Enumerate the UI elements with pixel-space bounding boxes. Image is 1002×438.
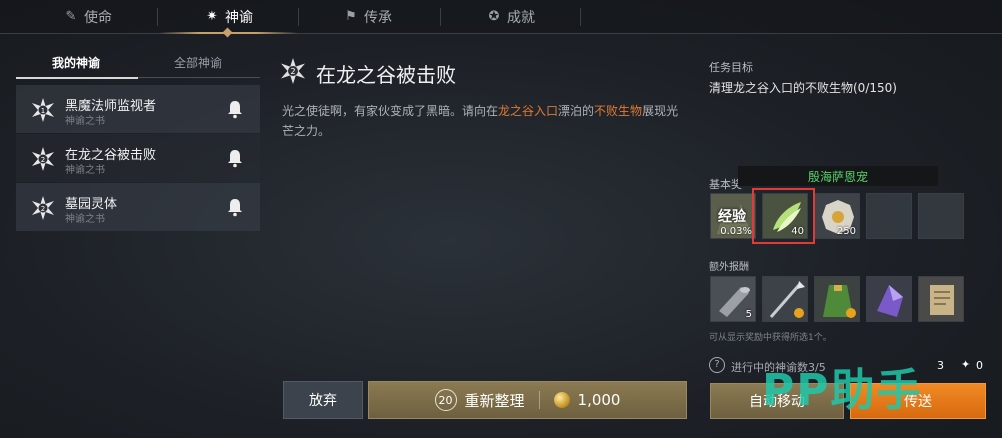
tab-separator bbox=[580, 8, 581, 26]
gold-coin-icon bbox=[553, 392, 570, 408]
reward-slot-crystal[interactable] bbox=[866, 276, 912, 322]
oracle-subtabs: 我的神谕 全部神谕 bbox=[16, 48, 260, 78]
reward-slot-scroll[interactable]: 5 bbox=[710, 276, 756, 322]
objective-text: 清理龙之谷入口的不败生物(0/150) bbox=[709, 81, 897, 95]
extra-reward-label: 额外报酬 bbox=[709, 262, 749, 273]
parchment-icon bbox=[919, 277, 963, 321]
reorganize-cost: 1,000 bbox=[577, 391, 621, 409]
tab-separator bbox=[157, 8, 158, 26]
oracle-badge-icon: 1 bbox=[32, 98, 54, 122]
item-tooltip: 殷海萨恩宠 bbox=[738, 166, 938, 186]
progress-count-a: 3 bbox=[937, 359, 944, 372]
svg-text:2: 2 bbox=[41, 205, 45, 213]
selection-highlight bbox=[752, 188, 815, 244]
reorganize-button[interactable]: 20 重新整理 1,000 bbox=[368, 381, 687, 419]
svg-text:2: 2 bbox=[41, 156, 45, 164]
tab-achievement[interactable]: ✪ 成就 bbox=[487, 0, 535, 34]
quest-source: 神谕之书 bbox=[65, 116, 105, 127]
oracle-badge-icon: 2 bbox=[32, 147, 54, 171]
medal-icon: ✪ bbox=[488, 9, 500, 24]
refresh-count: 20 bbox=[438, 393, 453, 407]
slot-count: 0.03% bbox=[720, 226, 752, 237]
sparkle-icon: ✦ bbox=[961, 358, 971, 371]
list-item[interactable]: 2 墓园灵体 神谕之书 bbox=[16, 183, 260, 231]
wrench-icon: ✎ bbox=[65, 9, 77, 24]
exp-text: 经验 bbox=[718, 209, 746, 225]
oracle-badge-icon: 2 bbox=[281, 58, 305, 84]
slot-count: 250 bbox=[836, 226, 856, 237]
help-icon[interactable]: ? bbox=[709, 357, 725, 373]
svg-text:2: 2 bbox=[290, 67, 295, 76]
abandon-button[interactable]: 放弃 bbox=[283, 381, 363, 419]
list-item[interactable]: 2 在龙之谷被击败 神谕之书 bbox=[16, 134, 260, 182]
subtab-all-oracle[interactable]: 全部神谕 bbox=[174, 54, 222, 71]
bell-icon[interactable] bbox=[226, 148, 244, 168]
desc-text: 光之使徒啊，有家伙变成了黑暗。请向在 bbox=[282, 104, 499, 118]
reward-slot-empty bbox=[918, 193, 964, 239]
flag-icon: ⚑ bbox=[345, 9, 357, 24]
objective-label: 任务目标 bbox=[709, 61, 753, 74]
subtab-underline bbox=[16, 77, 138, 79]
desc-text: 漂泊的 bbox=[558, 104, 595, 118]
tab-separator bbox=[440, 8, 441, 26]
desc-highlight-target: 不败生物 bbox=[594, 104, 643, 118]
quest-description: 光之使徒啊，有家伙变成了黑暗。请向在龙之谷入口漂泊的不败生物展现光芒之力。 bbox=[282, 101, 682, 141]
quest-source: 神谕之书 bbox=[65, 214, 105, 225]
tab-inheritance[interactable]: ⚑ 传承 bbox=[344, 0, 392, 34]
green-cloak-icon bbox=[815, 277, 859, 321]
refresh-count-icon: 20 bbox=[434, 389, 457, 411]
desc-highlight-location: 龙之谷入口 bbox=[498, 104, 559, 118]
tab-mission[interactable]: ✎ 使命 bbox=[64, 0, 112, 34]
bell-icon[interactable] bbox=[226, 197, 244, 217]
tab-separator bbox=[298, 8, 299, 26]
reward-slot-gold[interactable]: 250 bbox=[814, 193, 860, 239]
subtab-my-oracle[interactable]: 我的神谕 bbox=[52, 54, 100, 71]
progress-count-b: 0 bbox=[976, 359, 983, 372]
quest-source: 神谕之书 bbox=[65, 165, 105, 176]
reward-slot-parchment[interactable] bbox=[918, 276, 964, 322]
reward-note: 可从显示奖励中获得所选1个。 bbox=[709, 333, 832, 343]
bell-icon[interactable] bbox=[226, 99, 244, 119]
slot-count: 5 bbox=[745, 309, 752, 320]
oracle-badge-icon: 2 bbox=[32, 196, 54, 220]
reward-slot-empty bbox=[866, 193, 912, 239]
page-title: 在龙之谷被击败 bbox=[316, 63, 456, 87]
quest-list: 1 黑魔法师监视者 神谕之书 2 在龙之谷被击败 神谕之书 2 墓园灵体 神谕之… bbox=[16, 85, 260, 232]
top-tab-bar: ✎ 使命 ✷ 神谕 ⚑ 传承 ✪ 成就 bbox=[0, 0, 1002, 34]
reward-slot-cloak[interactable] bbox=[814, 276, 860, 322]
abandon-label: 放弃 bbox=[309, 393, 337, 409]
divider bbox=[538, 391, 540, 409]
spear-icon bbox=[763, 277, 807, 321]
star-burst-icon: ✷ bbox=[206, 9, 218, 24]
reward-slot-exp[interactable]: 经验 0.03% bbox=[710, 193, 756, 239]
reorganize-label: 重新整理 bbox=[464, 391, 525, 410]
watermark: PP助手 bbox=[762, 365, 923, 416]
svg-text:1: 1 bbox=[41, 107, 45, 115]
list-item[interactable]: 1 黑魔法师监视者 神谕之书 bbox=[16, 85, 260, 133]
reward-slot-spear[interactable] bbox=[762, 276, 808, 322]
purple-crystal-icon bbox=[867, 277, 911, 321]
